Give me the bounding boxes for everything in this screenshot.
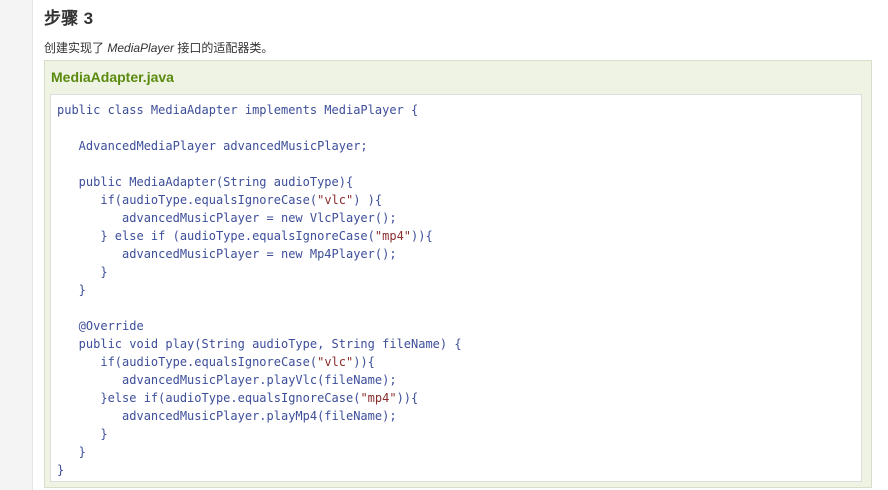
step-desc-suffix: 接口的适配器类。	[174, 41, 274, 55]
code-line: advancedMusicPlayer.playVlc(fileName);	[57, 371, 861, 389]
code-line: if(audioType.equalsIgnoreCase("vlc") ){	[57, 191, 861, 209]
left-gutter	[0, 0, 33, 490]
code-line: }	[57, 461, 861, 479]
code-line: if(audioType.equalsIgnoreCase("vlc")){	[57, 353, 861, 371]
code-token: )){	[353, 355, 375, 369]
code-token: }	[57, 445, 86, 459]
file-title: MediaAdapter.java	[51, 69, 174, 85]
code-token: )){	[396, 391, 419, 405]
code-token: ) ){	[353, 193, 383, 207]
code-line: advancedMusicPlayer.playMp4(fileName);	[57, 407, 861, 425]
code-token: }	[57, 427, 108, 441]
code-token: }	[57, 265, 108, 279]
code-line: } else if (audioType.equalsIgnoreCase("m…	[57, 227, 861, 245]
code-string-token: "mp4"	[360, 391, 397, 405]
code-line: public MediaAdapter(String audioType){	[57, 173, 861, 191]
step-desc-prefix: 创建实现了	[44, 41, 108, 55]
code-token: advancedMusicPlayer.playVlc(fileName);	[57, 373, 397, 387]
code-line: }	[57, 425, 861, 443]
code-token: }else if(audioType.equalsIgnoreCase(	[57, 391, 361, 405]
code-token: if(audioType.equalsIgnoreCase(	[57, 355, 318, 369]
code-string-token: "vlc"	[317, 355, 354, 369]
code-token: } else if (audioType.equalsIgnoreCase(	[57, 229, 375, 243]
code-example-box: MediaAdapter.java public class MediaAdap…	[44, 60, 872, 488]
code-line: AdvancedMediaPlayer advancedMusicPlayer;	[57, 137, 861, 155]
code-token: advancedMusicPlayer = new VlcPlayer();	[57, 211, 397, 225]
code-token: }	[57, 463, 65, 477]
code-token: advancedMusicPlayer = new Mp4Player();	[57, 247, 397, 261]
code-token: public MediaAdapter(String audioType){	[57, 175, 354, 189]
code-token: public void play(String audioType, Strin…	[57, 337, 462, 351]
code-line: advancedMusicPlayer = new Mp4Player();	[57, 245, 861, 263]
code-line: }	[57, 443, 861, 461]
step-title: 步骤 3	[44, 9, 94, 28]
code-line: }	[57, 263, 861, 281]
code-line: public class MediaAdapter implements Med…	[57, 101, 861, 119]
code-token: @Override	[57, 319, 144, 333]
code-line: @Override	[57, 317, 861, 335]
code-token: }	[57, 283, 86, 297]
code-token: )){	[411, 229, 433, 243]
code-string-token: "mp4"	[374, 229, 412, 243]
code-line: }	[57, 281, 861, 299]
step-desc-interface: MediaPlayer	[107, 41, 175, 55]
code-block[interactable]: public class MediaAdapter implements Med…	[50, 94, 862, 482]
code-token: public class MediaAdapter implements Med…	[57, 103, 419, 117]
code-line: advancedMusicPlayer = new VlcPlayer();	[57, 209, 861, 227]
code-token: AdvancedMediaPlayer advancedMusicPlayer;	[57, 139, 368, 153]
code-string-token: "vlc"	[317, 193, 354, 207]
code-line: public void play(String audioType, Strin…	[57, 335, 861, 353]
code-token: if(audioType.equalsIgnoreCase(	[57, 193, 318, 207]
code-line: }else if(audioType.equalsIgnoreCase("mp4…	[57, 389, 861, 407]
step-description: 创建实现了 MediaPlayer 接口的适配器类。	[44, 39, 273, 56]
code-token: advancedMusicPlayer.playMp4(fileName);	[57, 409, 397, 423]
